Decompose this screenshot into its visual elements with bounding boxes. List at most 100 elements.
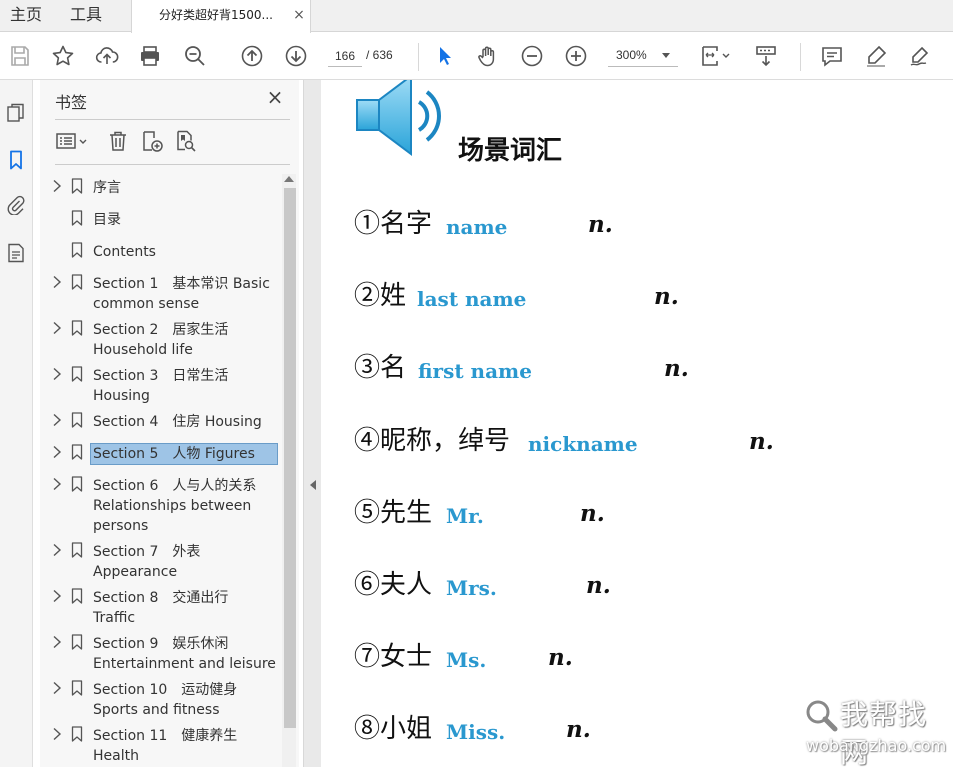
scroll-up-icon[interactable] [284, 176, 294, 182]
vocab-part-of-speech: n. [566, 716, 591, 743]
scroll-mode-icon[interactable] [752, 42, 780, 70]
chevron-right-icon[interactable] [51, 543, 63, 557]
bookmark-flag-icon [71, 366, 83, 382]
bookmark-search-icon[interactable] [174, 128, 198, 154]
comment-icon[interactable] [818, 42, 846, 70]
bookmark-label: Contents [93, 244, 156, 260]
watermark-url: wobangzhao.com [806, 736, 947, 755]
home-tab[interactable]: 主页 [10, 0, 42, 32]
options-menu-icon[interactable] [54, 128, 92, 154]
vocab-part-of-speech: n. [749, 428, 774, 455]
bookmark-label: Section 7 外表 Appearance [93, 544, 201, 580]
bookmark-label: Section 5 人物 Figures [90, 443, 278, 465]
page-thumbnails-icon[interactable] [5, 102, 27, 124]
save-icon[interactable] [6, 42, 34, 70]
page-down-icon[interactable] [282, 42, 310, 70]
vocab-chinese: ③名 [354, 353, 407, 383]
chevron-right-icon[interactable] [51, 321, 63, 335]
chevron-down-icon [662, 53, 670, 58]
select-cursor-icon[interactable] [430, 42, 458, 70]
vocab-chinese: ②姓 [354, 281, 407, 311]
chevron-right-icon[interactable] [51, 635, 63, 649]
bookmark-scrollbar[interactable] [282, 174, 296, 767]
vocab-english: name [446, 215, 508, 239]
zoom-value: 300% [616, 48, 647, 62]
page-total: / 636 [366, 48, 393, 62]
magnifier-watermark-icon [806, 700, 838, 732]
bookmark-label: 序言 [93, 180, 121, 196]
vocab-english: last name [417, 287, 527, 311]
vocab-part-of-speech: n. [586, 572, 611, 599]
zoom-select[interactable]: 300% [608, 45, 678, 67]
vocab-chinese: ⑧小姐 [354, 714, 433, 744]
tools-tab[interactable]: 工具 [70, 0, 102, 32]
close-tab-icon[interactable]: × [292, 8, 306, 22]
bookmarks-panel: 书签 × 序言 目录 Contents Section 1 基本常识 Basic… [40, 80, 299, 767]
page-number-input[interactable] [328, 45, 362, 67]
chevron-right-icon[interactable] [51, 589, 63, 603]
chevron-right-icon[interactable] [51, 445, 63, 459]
close-panel-icon[interactable]: × [266, 87, 284, 107]
zoom-in-icon[interactable] [562, 42, 590, 70]
bookmark-flag-icon [71, 210, 83, 226]
collapse-panel-icon[interactable] [310, 480, 316, 490]
panel-splitter[interactable] [303, 80, 321, 767]
bookmark-flag-icon [71, 274, 83, 290]
vocab-english: Miss. [446, 720, 506, 744]
bookmark-label: Section 9 娱乐休闲 Entertainment and leisure [93, 636, 276, 672]
new-bookmark-icon[interactable] [140, 128, 164, 154]
fit-page-icon[interactable] [697, 42, 733, 70]
chevron-right-icon[interactable] [51, 367, 63, 381]
sign-icon[interactable] [906, 42, 934, 70]
chevron-right-icon[interactable] [51, 477, 63, 491]
attachments-icon[interactable] [5, 194, 27, 216]
hand-icon[interactable] [474, 42, 502, 70]
document-tab-title: 分好类超好背1500... [159, 8, 273, 22]
vocab-chinese: ④昵称，绰号 [354, 426, 511, 456]
document-properties-icon[interactable] [5, 242, 27, 264]
highlight-icon[interactable] [862, 42, 890, 70]
vocab-english: first name [418, 359, 532, 383]
bookmark-flag-icon [71, 178, 83, 194]
bookmark-flag-icon [71, 412, 83, 428]
toolbar-divider [418, 43, 419, 71]
print-icon[interactable] [136, 42, 164, 70]
vocab-chinese: ⑦女士 [354, 642, 433, 672]
chevron-right-icon[interactable] [51, 681, 63, 695]
chevron-right-icon[interactable] [51, 413, 63, 427]
bookmark-label: Section 2 居家生活 Household life [93, 322, 229, 358]
page-up-icon[interactable] [238, 42, 266, 70]
bookmark-flag-icon [71, 476, 83, 492]
bookmark-flag-icon [71, 680, 83, 696]
document-tab[interactable]: 分好类超好背1500... × [131, 0, 311, 33]
toolbar-divider [800, 43, 801, 71]
bookmark-label: Section 3 日常生活 Housing [93, 368, 229, 404]
star-icon[interactable] [49, 42, 77, 70]
chevron-right-icon[interactable] [51, 727, 63, 741]
panel-title: 书签 [55, 93, 88, 112]
main-toolbar: / 636 300% [0, 33, 953, 80]
vocab-part-of-speech: n. [548, 644, 573, 671]
document-page: 场景词汇 ①名字 name n. ②姓 last name n. ③名 firs… [321, 80, 953, 767]
divider [55, 119, 290, 120]
bookmark-label: Section 10 运动健身 Sports and fitness [93, 682, 238, 718]
bookmarks-icon[interactable] [5, 149, 27, 171]
vocab-english: Ms. [446, 648, 487, 672]
bookmark-list: 序言 目录 Contents Section 1 基本常识 Basic comm… [40, 174, 280, 767]
zoom-search-icon[interactable] [181, 42, 209, 70]
upload-icon[interactable] [93, 42, 121, 70]
bookmark-flag-icon [71, 242, 83, 258]
watermark-text: 我帮找网 [840, 698, 928, 769]
scrollbar-thumb[interactable] [284, 188, 296, 728]
zoom-out-icon[interactable] [518, 42, 546, 70]
bookmark-flag-icon [71, 542, 83, 558]
bookmark-flag-icon [71, 634, 83, 650]
bookmark-label: Section 1 基本常识 Basic common sense [93, 276, 270, 312]
delete-bookmark-icon[interactable] [106, 128, 130, 154]
bookmark-label: Section 8 交通出行 Traffic [93, 590, 229, 626]
vocab-chinese: ⑥夫人 [354, 570, 433, 600]
chevron-right-icon[interactable] [51, 275, 63, 289]
bookmark-flag-icon [71, 726, 83, 742]
bookmark-flag-icon [71, 444, 83, 460]
chevron-right-icon[interactable] [51, 179, 63, 193]
